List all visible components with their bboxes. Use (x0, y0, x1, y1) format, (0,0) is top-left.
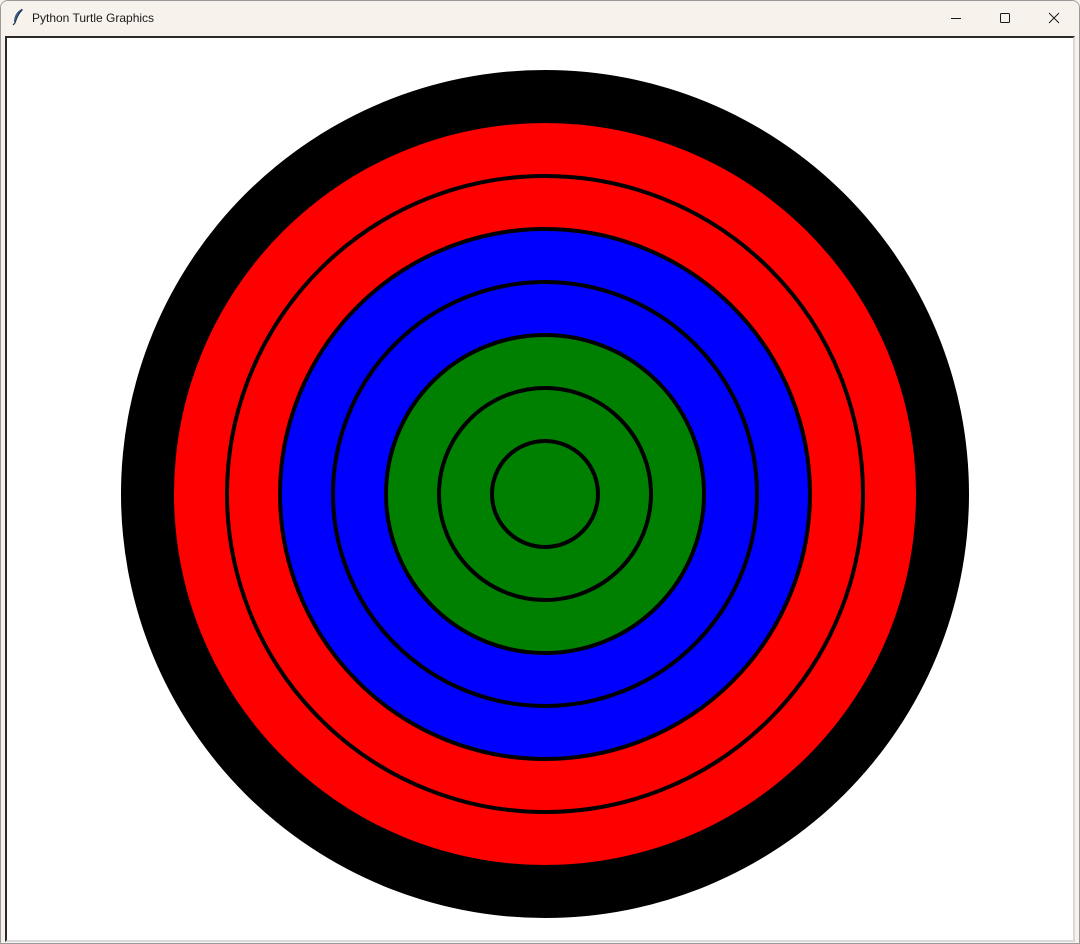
turtle-canvas[interactable] (5, 36, 1075, 942)
close-button[interactable] (1030, 1, 1078, 35)
close-icon (1048, 12, 1060, 24)
turtle-window: Python Turtle Graphics (0, 0, 1080, 944)
ring-8 (490, 439, 600, 549)
minimize-button[interactable] (932, 1, 980, 35)
maximize-button[interactable] (981, 1, 1029, 35)
minimize-icon (951, 18, 961, 19)
maximize-icon (1000, 13, 1010, 23)
feather-icon (12, 8, 23, 26)
window-title: Python Turtle Graphics (32, 11, 155, 25)
title-bar[interactable]: Python Turtle Graphics (1, 1, 1079, 35)
target-drawing (121, 70, 969, 918)
